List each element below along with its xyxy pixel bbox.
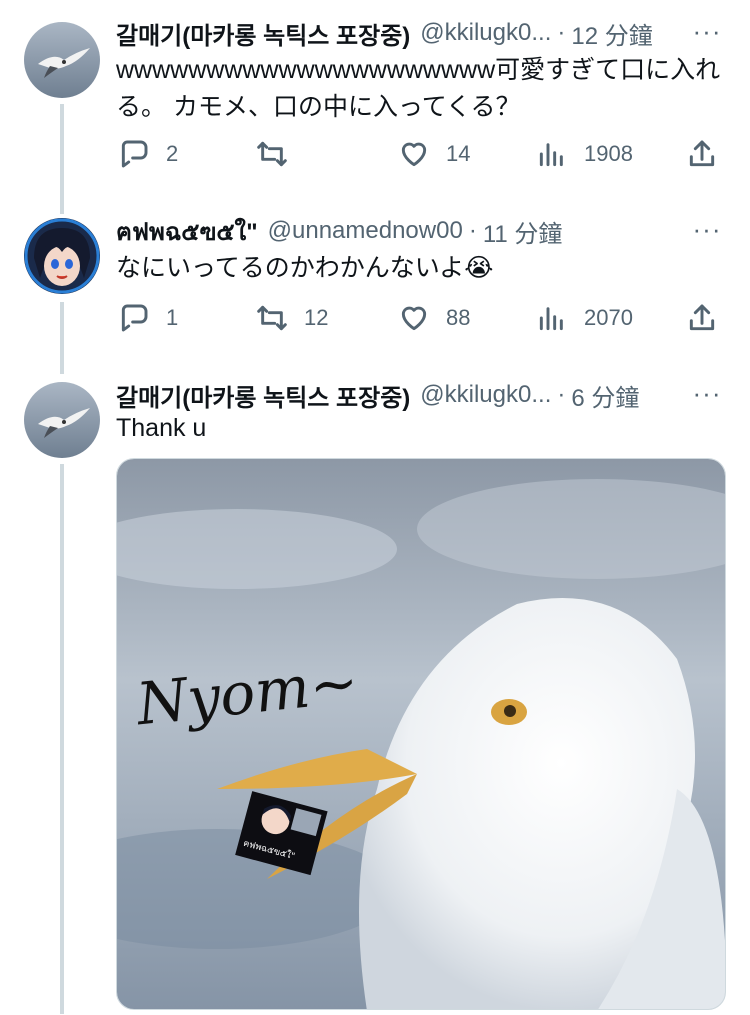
user-handle[interactable]: @kkilugk0... bbox=[420, 19, 551, 47]
reply-button[interactable]: 1 bbox=[118, 298, 178, 338]
separator-dot: · bbox=[557, 381, 566, 408]
retweet-icon bbox=[257, 305, 287, 331]
tweet-actions: 2 14 1908 bbox=[112, 134, 724, 174]
reply-icon bbox=[121, 140, 148, 168]
views-button[interactable]: 2070 bbox=[536, 298, 633, 338]
like-button[interactable]: 88 bbox=[398, 298, 470, 338]
reply-count: 1 bbox=[166, 305, 179, 330]
user-handle[interactable]: @unnamednow00 bbox=[268, 217, 463, 245]
tweet-actions: 1 12 88 2070 bbox=[112, 298, 724, 338]
tweet-text: wwwwwwwwwwwwwwwwwwwww可愛すぎて口に入れる。 カモメ、口の中… bbox=[116, 56, 721, 121]
share-button[interactable] bbox=[686, 134, 718, 174]
display-name[interactable]: ฅฟพฉ๕ฃ๕ใ" bbox=[116, 212, 258, 251]
avatar[interactable] bbox=[24, 382, 100, 458]
reply-icon bbox=[121, 304, 148, 332]
timestamp[interactable]: 12 分鐘 bbox=[571, 16, 652, 51]
tweet-text: なにいってるのかわかんないよ😭 bbox=[116, 254, 494, 282]
more-horizontal-icon[interactable]: ··· bbox=[692, 378, 722, 412]
timestamp[interactable]: 11 分鐘 bbox=[483, 214, 563, 249]
seagull-avatar-image bbox=[24, 22, 100, 98]
tweet-text: Thank u bbox=[116, 414, 207, 442]
separator-dot: · bbox=[557, 19, 566, 46]
tweet[interactable]: 갈매기(마카롱 녹틱스 포장중) @kkilugk0... · 12 分鐘 ··… bbox=[0, 0, 750, 200]
timestamp[interactable]: 6 分鐘 bbox=[571, 378, 639, 413]
retweet-count: 12 bbox=[304, 305, 329, 330]
avatar[interactable] bbox=[24, 218, 100, 294]
like-count: 14 bbox=[446, 141, 471, 166]
like-count: 88 bbox=[446, 305, 471, 330]
anime-avatar-image bbox=[24, 218, 100, 294]
more-horizontal-icon[interactable]: ··· bbox=[692, 214, 722, 248]
tweet[interactable]: ฅฟพฉ๕ฃ๕ใ" @unnamednow00 · 11 分鐘 ··· なにいっ… bbox=[0, 200, 750, 364]
retweet-icon bbox=[257, 141, 287, 167]
user-handle[interactable]: @kkilugk0... bbox=[420, 381, 551, 409]
heart-icon bbox=[401, 306, 427, 331]
share-button[interactable] bbox=[686, 298, 718, 338]
avatar[interactable] bbox=[24, 22, 100, 98]
view-count: 1908 bbox=[584, 141, 633, 166]
heart-icon bbox=[401, 142, 427, 167]
views-button[interactable]: 1908 bbox=[536, 134, 633, 174]
retweet-button[interactable] bbox=[256, 134, 304, 174]
views-icon bbox=[539, 307, 563, 331]
views-icon bbox=[539, 143, 563, 167]
display-name[interactable]: 갈매기(마카롱 녹틱스 포장중) bbox=[116, 378, 410, 413]
share-icon bbox=[689, 304, 715, 331]
reply-count: 2 bbox=[166, 141, 179, 166]
separator-dot: · bbox=[468, 217, 477, 244]
like-button[interactable]: 14 bbox=[398, 134, 470, 174]
tweet-media-image[interactable]: Nyom~ ฅฟพฉ๕ฃ๕ใ" bbox=[116, 458, 726, 1010]
retweet-button[interactable]: 12 bbox=[256, 298, 328, 338]
seagull-photo: Nyom~ ฅฟพฉ๕ฃ๕ใ" bbox=[117, 459, 725, 1009]
share-icon bbox=[689, 140, 715, 167]
view-count: 2070 bbox=[584, 305, 633, 330]
seagull-avatar-image bbox=[24, 382, 100, 458]
display-name[interactable]: 갈매기(마카롱 녹틱스 포장중) bbox=[116, 16, 410, 51]
more-horizontal-icon[interactable]: ··· bbox=[692, 16, 722, 50]
reply-button[interactable]: 2 bbox=[118, 134, 178, 174]
